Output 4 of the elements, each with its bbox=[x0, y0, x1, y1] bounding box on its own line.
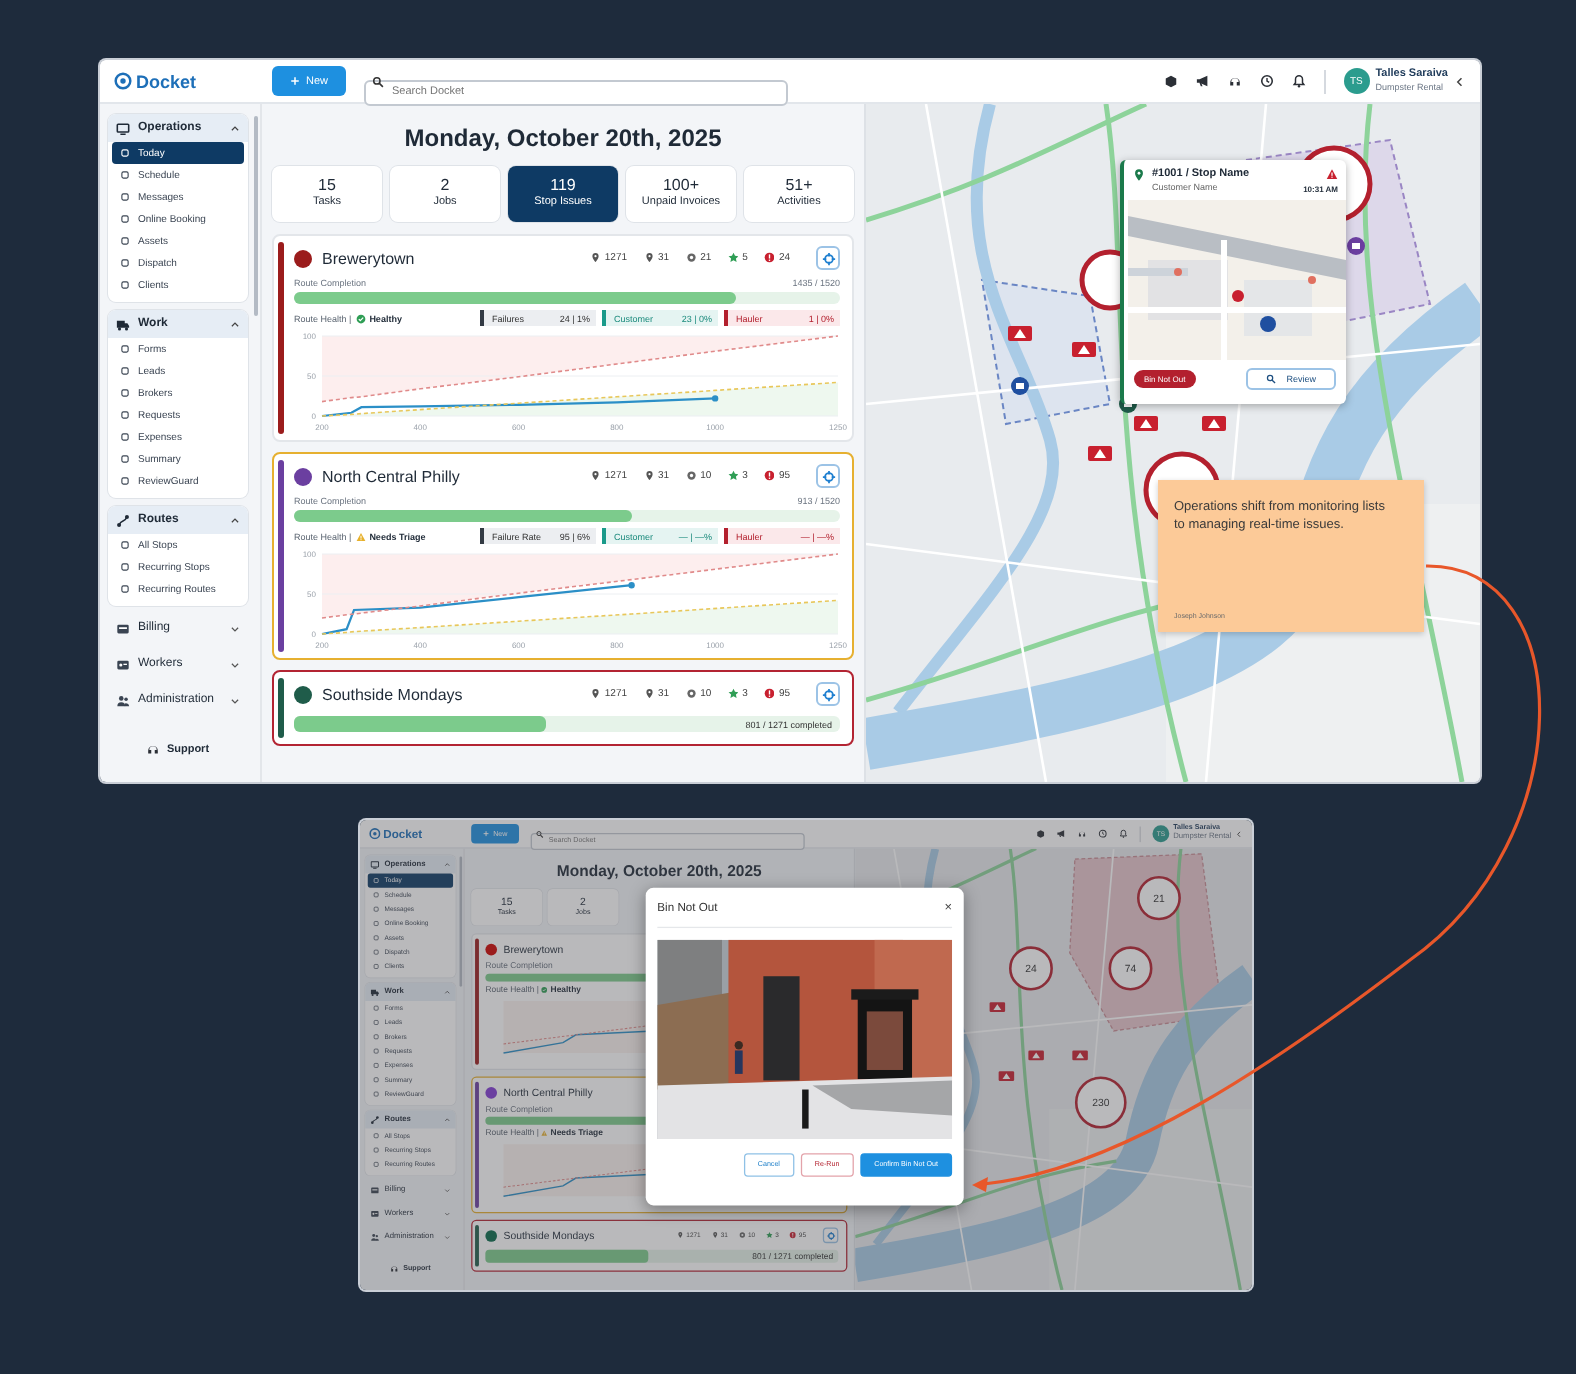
route-name: Southside Mondays bbox=[322, 685, 465, 703]
route-name: Brewerytown bbox=[322, 249, 417, 267]
date-heading: Monday, October 20th, 2025 bbox=[402, 122, 724, 154]
route-name: North Central Philly bbox=[322, 467, 462, 485]
